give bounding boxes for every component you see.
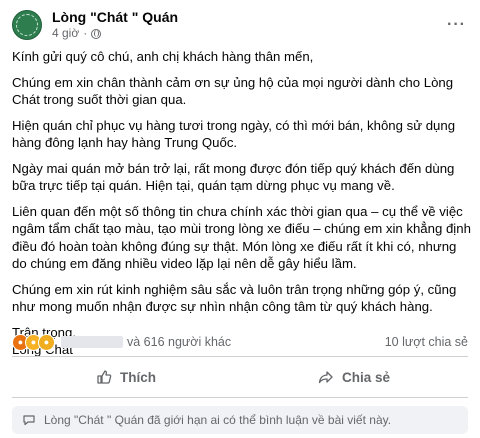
post-paragraph-1: Chúng em xin chân thành cảm ơn sự ủng hộ…	[12, 74, 454, 108]
blurred-names	[61, 336, 123, 348]
post-header: Lòng "Chát " Quán 4 giờ · ···	[12, 8, 470, 42]
share-count[interactable]: 10 lượt chia sẻ	[385, 335, 468, 349]
share-button[interactable]: Chia sẻ	[240, 362, 468, 392]
separator-dot: ·	[83, 26, 88, 40]
post-paragraph-4: Liên quan đến một số thông tin chưa chín…	[12, 203, 471, 272]
comment-restriction-text: Lòng "Chát " Quán đã giới hạn ai có thể …	[44, 413, 392, 427]
divider-top	[12, 356, 468, 357]
comment-restricted-icon	[23, 415, 35, 426]
like-button[interactable]: Thích	[12, 362, 240, 392]
reaction-count[interactable]: và 616 người khác	[127, 335, 231, 349]
avatar-logo	[16, 14, 38, 36]
wow-reaction-icon: ●	[38, 333, 55, 351]
more-options-icon[interactable]: ···	[447, 16, 466, 34]
divider-bottom	[12, 397, 468, 398]
reaction-icons[interactable]: ● ● ●	[12, 333, 55, 351]
globe-icon	[91, 28, 102, 39]
page-avatar[interactable]	[12, 10, 42, 40]
post-time[interactable]: 4 giờ	[52, 26, 79, 41]
post-paragraph-5: Chúng em xin rút kinh nghiệm sâu sắc và …	[12, 281, 457, 315]
post-body: Kính gửi quý cô chú, anh chị khách hàng …	[12, 48, 472, 359]
post-time-row: 4 giờ ·	[52, 26, 447, 41]
share-label: Chia sẻ	[341, 369, 391, 385]
like-label: Thích	[120, 369, 156, 385]
share-arrow-icon	[318, 371, 333, 384]
post-paragraph-3: Ngày mai quán mở bán trở lại, rất mong đ…	[12, 160, 455, 194]
page-meta: Lòng "Chát " Quán 4 giờ ·	[52, 9, 447, 41]
post-card: Lòng "Chát " Quán 4 giờ · ··· Kính gửi q…	[0, 0, 480, 438]
comment-restriction-notice: Lòng "Chát " Quán đã giới hạn ai có thể …	[12, 406, 468, 434]
post-paragraph-2: Hiện quán chỉ phục vụ hàng tươi trong ng…	[12, 117, 456, 151]
thumbs-up-icon	[97, 370, 112, 384]
post-greeting: Kính gửi quý cô chú, anh chị khách hàng …	[12, 49, 314, 64]
reaction-stats: ● ● ● và 616 người khác 10 lượt chia sẻ	[12, 333, 468, 351]
action-bar: Thích Chia sẻ	[12, 362, 468, 392]
page-name[interactable]: Lòng "Chát " Quán	[52, 9, 447, 26]
